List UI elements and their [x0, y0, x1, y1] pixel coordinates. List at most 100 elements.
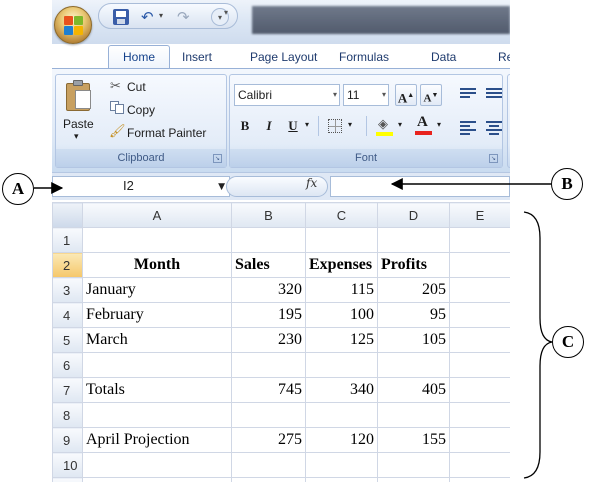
paste-icon[interactable]: [66, 80, 92, 112]
cell-a1[interactable]: [82, 227, 232, 253]
underline-button[interactable]: U: [283, 115, 303, 137]
borders-icon[interactable]: [328, 119, 342, 133]
cell-b7[interactable]: 745: [231, 377, 306, 403]
chevron-down-icon[interactable]: ▼: [218, 182, 225, 192]
clipboard-launcher-icon[interactable]: ↘: [213, 154, 222, 163]
redo-icon[interactable]: ↷: [177, 9, 193, 25]
cell-a5[interactable]: March: [82, 327, 232, 353]
bold-button[interactable]: B: [235, 115, 255, 137]
cell-b11[interactable]: [231, 477, 306, 482]
cell-e2[interactable]: [449, 252, 510, 278]
copy-icon[interactable]: [110, 101, 124, 114]
row-header[interactable]: 10: [52, 452, 83, 478]
format-painter-button[interactable]: Format Painter: [127, 126, 206, 140]
cell-b5[interactable]: 230: [231, 327, 306, 353]
save-icon[interactable]: [113, 9, 129, 25]
formula-input[interactable]: [330, 176, 510, 197]
cell-c6[interactable]: [305, 352, 378, 378]
cell-c3[interactable]: 115: [305, 277, 378, 303]
underline-dropdown-icon[interactable]: ▾: [305, 120, 309, 129]
paste-button[interactable]: Paste: [63, 117, 94, 131]
tab-home[interactable]: Home: [108, 45, 170, 69]
font-size-combo[interactable]: 11 ▾: [343, 84, 389, 106]
cell-d2[interactable]: Profits: [377, 252, 450, 278]
borders-dropdown-icon[interactable]: ▾: [348, 120, 352, 129]
chevron-down-icon[interactable]: ▾: [382, 90, 386, 99]
cell-b2[interactable]: Sales: [231, 252, 306, 278]
cell-d11[interactable]: [377, 477, 450, 482]
tab-data[interactable]: Data: [431, 46, 456, 68]
undo-dropdown-icon[interactable]: ▾: [159, 11, 163, 20]
column-header[interactable]: B: [231, 202, 306, 228]
cell-d8[interactable]: [377, 402, 450, 428]
column-header[interactable]: E: [449, 202, 510, 228]
align-middle-icon[interactable]: [486, 88, 502, 102]
office-button[interactable]: [54, 6, 92, 44]
paste-dropdown-icon[interactable]: ▾: [74, 131, 79, 142]
row-header[interactable]: 3: [52, 277, 83, 303]
cell-c8[interactable]: [305, 402, 378, 428]
font-name-combo[interactable]: Calibri ▾: [234, 84, 340, 106]
select-all-corner[interactable]: [52, 202, 83, 228]
font-launcher-icon[interactable]: ↘: [489, 154, 498, 163]
scissors-icon[interactable]: ✂: [110, 79, 121, 94]
cell-a6[interactable]: [82, 352, 232, 378]
cell-e6[interactable]: [449, 352, 510, 378]
cell-d1[interactable]: [377, 227, 450, 253]
cell-c1[interactable]: [305, 227, 378, 253]
fill-color-icon[interactable]: ◈: [376, 117, 394, 136]
cell-b9[interactable]: 275: [231, 427, 306, 453]
cell-b6[interactable]: [231, 352, 306, 378]
cell-e5[interactable]: [449, 327, 510, 353]
column-header[interactable]: A: [82, 202, 232, 228]
row-header[interactable]: 8: [52, 402, 83, 428]
cell-d9[interactable]: 155: [377, 427, 450, 453]
cell-d10[interactable]: [377, 452, 450, 478]
cell-c10[interactable]: [305, 452, 378, 478]
undo-icon[interactable]: ↶: [141, 9, 157, 25]
chevron-down-icon[interactable]: ▾: [333, 90, 337, 99]
cell-e4[interactable]: [449, 302, 510, 328]
cell-c7[interactable]: 340: [305, 377, 378, 403]
cell-d7[interactable]: 405: [377, 377, 450, 403]
font-color-dropdown-icon[interactable]: ▾: [437, 120, 441, 129]
row-header[interactable]: 11: [52, 477, 83, 482]
cell-d5[interactable]: 105: [377, 327, 450, 353]
cell-e8[interactable]: [449, 402, 510, 428]
align-center-icon[interactable]: [486, 121, 502, 135]
cell-b4[interactable]: 195: [231, 302, 306, 328]
grow-font-button[interactable]: A▲: [395, 84, 417, 106]
name-box[interactable]: I2 ▼: [52, 176, 230, 197]
shrink-font-button[interactable]: A▼: [420, 84, 442, 106]
cell-a11[interactable]: [82, 477, 232, 482]
tab-formulas[interactable]: Formulas: [339, 46, 389, 68]
insert-function-icon[interactable]: fx: [306, 176, 317, 190]
row-header[interactable]: 5: [52, 327, 83, 353]
tab-review[interactable]: Re: [498, 46, 510, 68]
cell-c9[interactable]: 120: [305, 427, 378, 453]
column-header[interactable]: C: [305, 202, 378, 228]
format-painter-icon[interactable]: 🖌: [109, 124, 126, 139]
cell-a2[interactable]: Month: [82, 252, 232, 278]
cell-c2[interactable]: Expenses: [305, 252, 378, 278]
row-header[interactable]: 2: [52, 252, 83, 278]
row-header[interactable]: 9: [52, 427, 83, 453]
row-header[interactable]: 4: [52, 302, 83, 328]
cell-d3[interactable]: 205: [377, 277, 450, 303]
cell-c5[interactable]: 125: [305, 327, 378, 353]
cell-b1[interactable]: [231, 227, 306, 253]
tab-insert[interactable]: Insert: [182, 46, 212, 68]
align-left-icon[interactable]: [460, 121, 476, 135]
customize-qat-icon[interactable]: ▾: [224, 8, 228, 17]
fill-color-dropdown-icon[interactable]: ▾: [398, 120, 402, 129]
cut-button[interactable]: Cut: [127, 80, 146, 94]
cell-e9[interactable]: [449, 427, 510, 453]
cell-e11[interactable]: [449, 477, 510, 482]
cell-c11[interactable]: [305, 477, 378, 482]
cell-e7[interactable]: [449, 377, 510, 403]
row-header[interactable]: 1: [52, 227, 83, 253]
cell-c4[interactable]: 100: [305, 302, 378, 328]
font-color-icon[interactable]: A: [415, 114, 433, 136]
cell-b3[interactable]: 320: [231, 277, 306, 303]
cell-a4[interactable]: February: [82, 302, 232, 328]
